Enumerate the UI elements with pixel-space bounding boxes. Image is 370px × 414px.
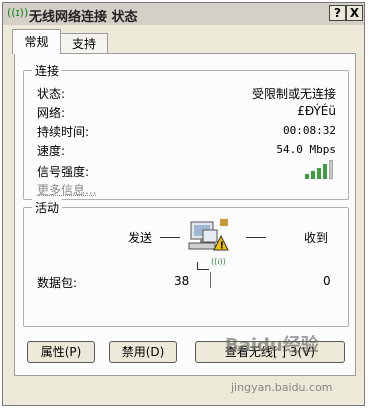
packets-divider — [210, 272, 211, 288]
connector-base — [197, 269, 209, 270]
received-label: 收到 — [304, 231, 329, 245]
sent-label: 发送 — [128, 231, 153, 245]
disable-button[interactable]: 禁用(D) — [109, 341, 177, 363]
activity-group: 活动 发送 ! ((ı)) 收到 数据包: 38 0 — [23, 199, 349, 327]
properties-button[interactable]: 属性(P) — [27, 341, 95, 363]
activity-heading: 活动 — [32, 199, 63, 216]
wireless-icon: ((ɪ)) — [7, 6, 29, 19]
speed-value: 54.0 Mbps — [276, 143, 336, 156]
received-line — [246, 237, 266, 238]
tab-panel-general: 连接 状态: 受限制或无连接 网络: £ĐÝÉü 持续时间: 00:08:32 … — [14, 53, 356, 376]
packets-received-value: 0 — [323, 274, 331, 288]
window-title: 无线网络连接 状态 — [29, 10, 138, 25]
packets-label: 数据包: — [37, 276, 78, 290]
sent-line — [160, 237, 180, 238]
connection-group: 连接 状态: 受限制或无连接 网络: £ĐÝÉü 持续时间: 00:08:32 … — [23, 62, 349, 200]
svg-text:((ı)): ((ı)) — [211, 257, 226, 266]
title-bar: ((ɪ)) 无线网络连接 状态 ? X — [3, 3, 364, 25]
speed-label: 速度: — [37, 144, 66, 158]
network-activity-icon: ! ((ı)) — [187, 216, 239, 270]
more-info-link[interactable]: 更多信息... — [37, 181, 96, 198]
status-label: 状态: — [37, 87, 66, 101]
signal-strength-icon — [305, 159, 335, 179]
close-button[interactable]: X — [346, 5, 363, 21]
svg-text:!: ! — [220, 241, 225, 252]
connection-heading: 连接 — [32, 62, 63, 79]
tab-general[interactable]: 常规 — [12, 29, 61, 54]
duration-value: 00:08:32 — [283, 124, 336, 137]
network-value: £ĐÝÉü — [297, 104, 336, 118]
network-label: 网络: — [37, 106, 66, 120]
help-button[interactable]: ? — [329, 5, 346, 21]
status-value: 受限制或无连接 — [251, 87, 336, 101]
signal-strength-label: 信号强度: — [37, 165, 90, 179]
watermark-url: jingyan.baidu.com — [231, 381, 333, 394]
packets-sent-value: 38 — [174, 274, 190, 288]
tab-support[interactable]: 支持 — [60, 33, 108, 53]
duration-label: 持续时间: — [37, 125, 90, 139]
status-window: ((ɪ)) 无线网络连接 状态 ? X 常规 支持 连接 状态: 受限制或无连接… — [2, 2, 365, 406]
watermark-logo: Baidu经验 — [225, 335, 319, 356]
